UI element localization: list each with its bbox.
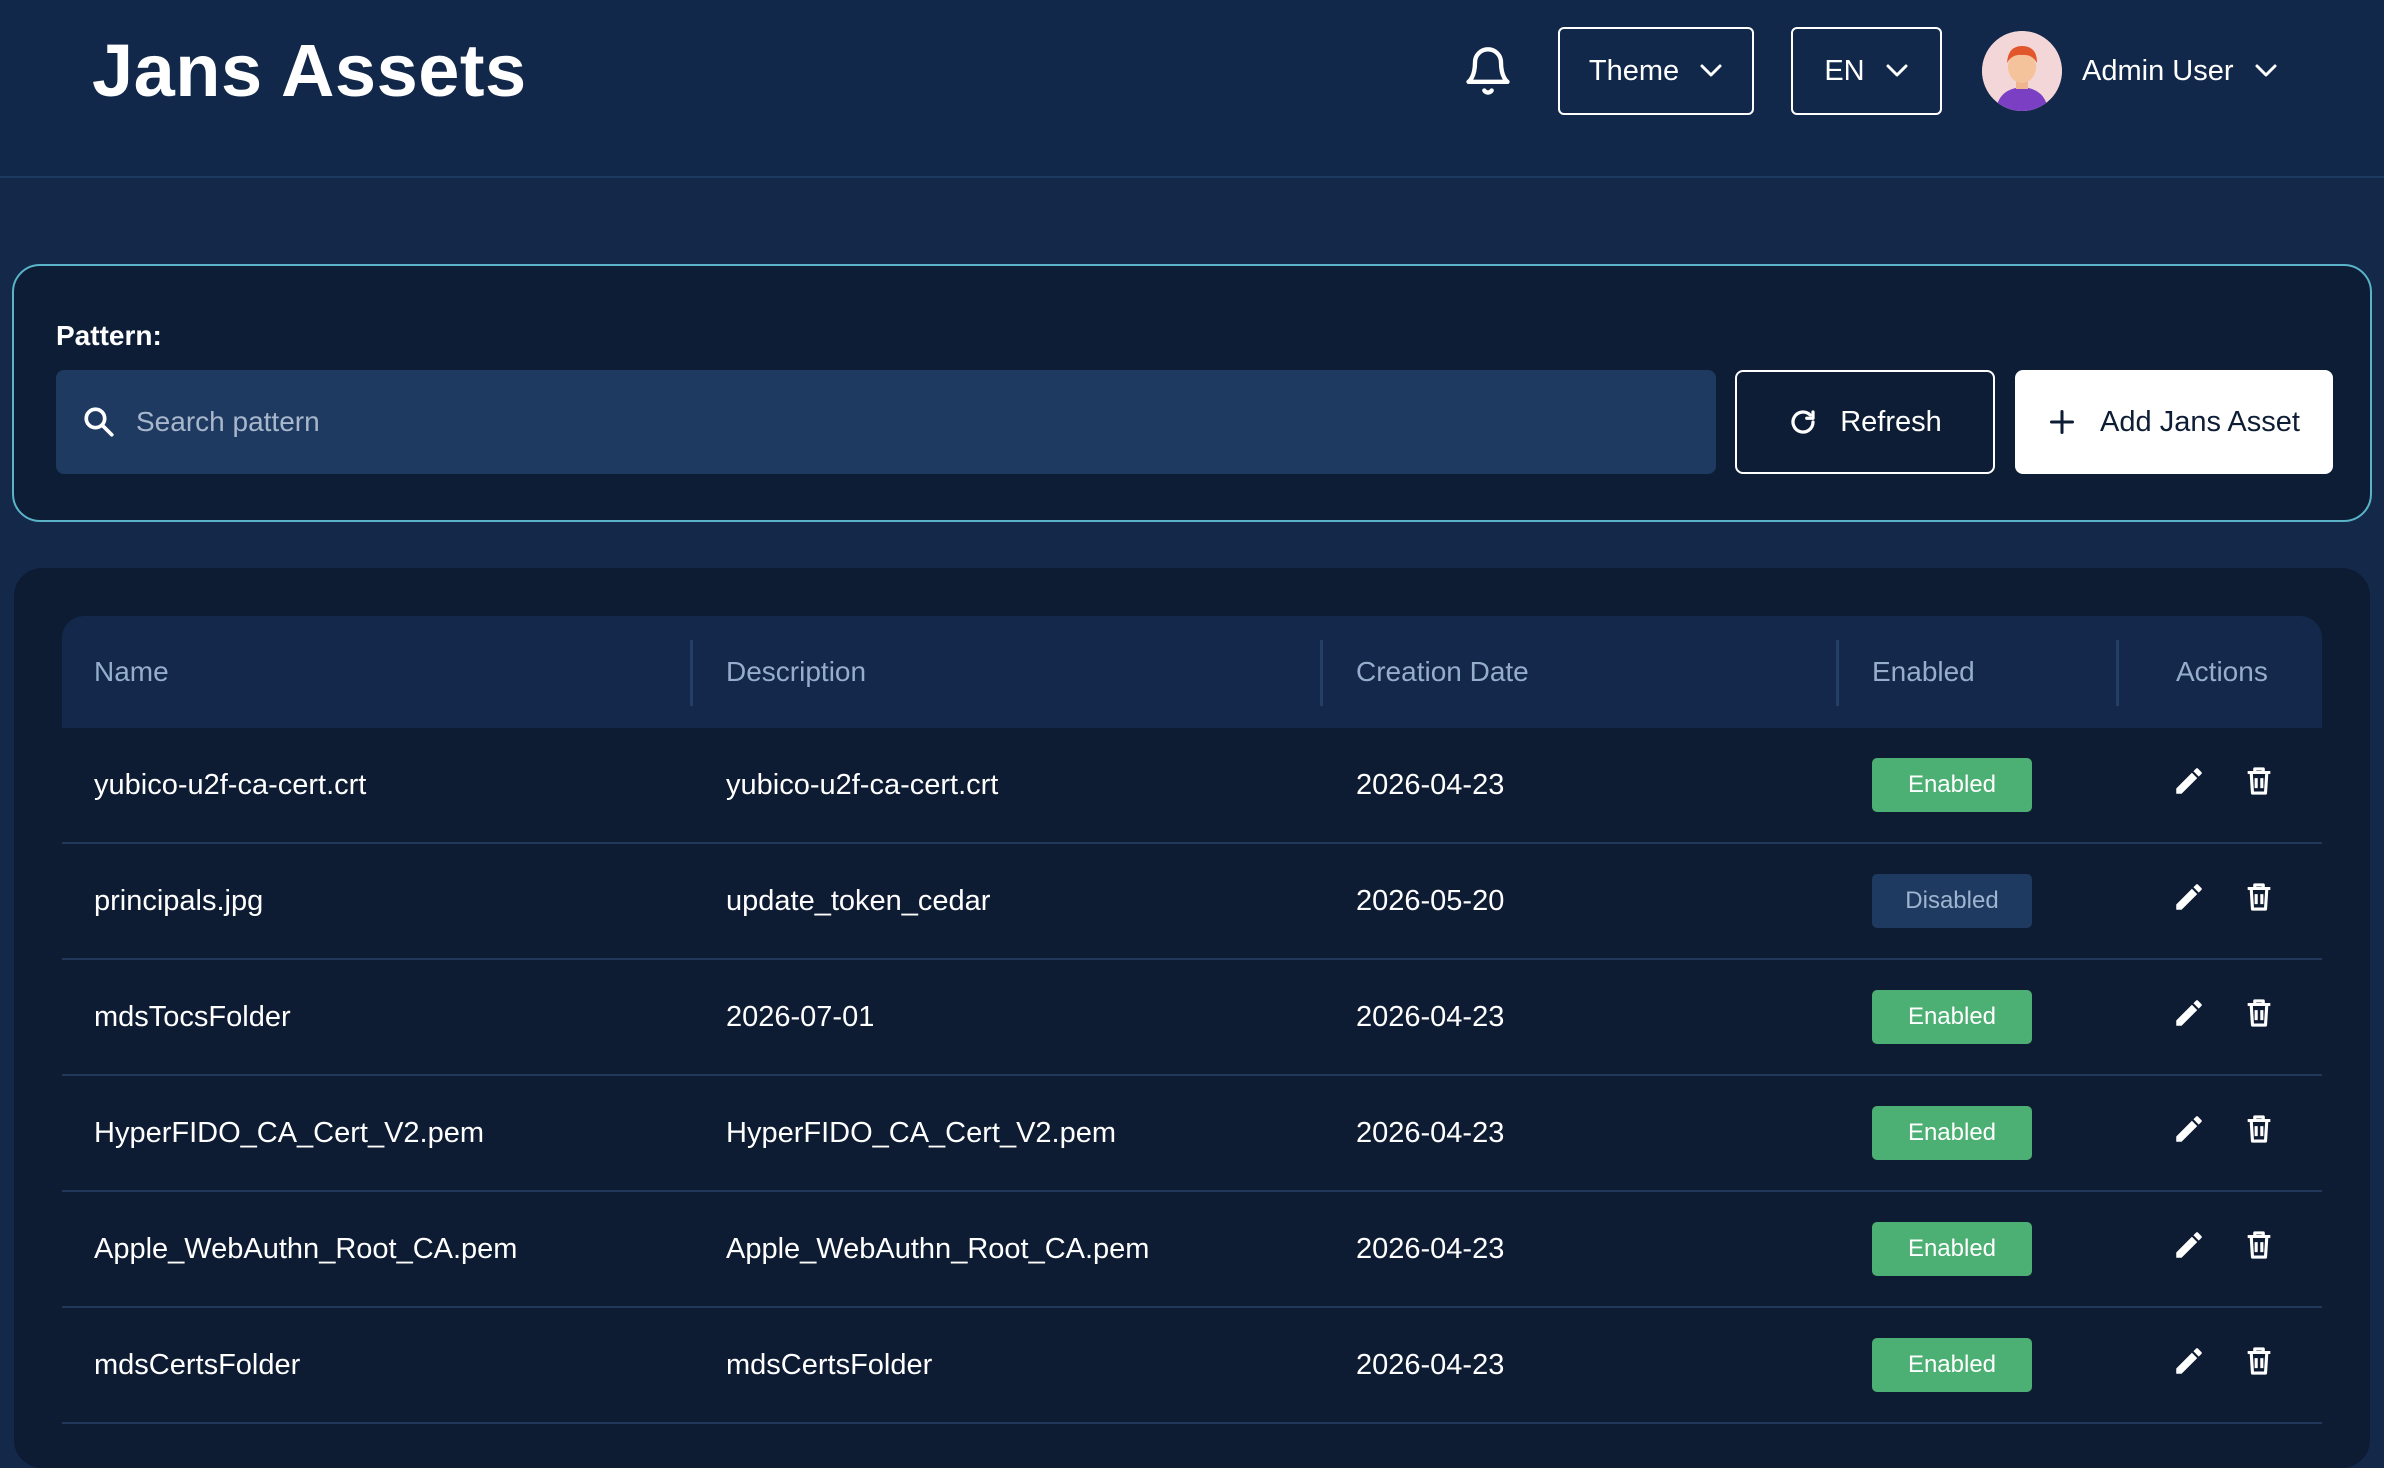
assets-table-panel: Name Description Creation Date Enabled A… xyxy=(14,568,2370,1468)
edit-icon[interactable] xyxy=(2172,764,2206,806)
row-actions xyxy=(2172,960,2276,1074)
delete-icon[interactable] xyxy=(2242,880,2276,922)
enabled-cell: Enabled xyxy=(1872,728,2032,842)
asset-description: 2026-07-01 xyxy=(726,1000,875,1033)
edit-icon[interactable] xyxy=(2172,880,2206,922)
column-divider xyxy=(690,640,693,706)
search-box[interactable] xyxy=(56,370,1716,474)
asset-description: yubico-u2f-ca-cert.crt xyxy=(726,768,999,801)
table-row[interactable]: Apple_WebAuthn_Root_CA.pem Apple_WebAuthn… xyxy=(62,1192,2322,1308)
asset-description: mdsCertsFolder xyxy=(726,1348,933,1381)
row-actions xyxy=(2172,1308,2276,1422)
bell-icon[interactable] xyxy=(1462,44,1514,98)
language-dropdown[interactable]: EN xyxy=(1791,27,1942,115)
chevron-down-icon xyxy=(2255,64,2276,77)
asset-creation-date: 2026-04-23 xyxy=(1356,768,1505,801)
asset-description: Apple_WebAuthn_Root_CA.pem xyxy=(726,1232,1150,1265)
chevron-down-icon xyxy=(1886,64,1908,77)
status-badge: Enabled xyxy=(1872,1106,2032,1160)
delete-icon[interactable] xyxy=(2242,1228,2276,1270)
column-header-description[interactable]: Description xyxy=(726,616,866,728)
edit-icon[interactable] xyxy=(2172,1344,2206,1386)
asset-creation-date: 2026-05-20 xyxy=(1356,884,1505,917)
search-panel: Pattern: Refresh Add Jans Asset xyxy=(12,264,2372,522)
delete-icon[interactable] xyxy=(2242,1344,2276,1386)
row-actions xyxy=(2172,1076,2276,1190)
asset-creation-date: 2026-04-23 xyxy=(1356,1000,1505,1033)
chevron-down-icon xyxy=(1700,64,1722,77)
asset-creation-date: 2026-04-23 xyxy=(1356,1232,1505,1265)
row-actions xyxy=(2172,1192,2276,1306)
enabled-cell: Enabled xyxy=(1872,1192,2032,1306)
table-header: Name Description Creation Date Enabled A… xyxy=(62,616,2322,728)
status-badge: Disabled xyxy=(1872,874,2032,928)
page-title: Jans Assets xyxy=(92,29,527,112)
asset-name: principals.jpg xyxy=(94,884,264,917)
add-jans-asset-label: Add Jans Asset xyxy=(2100,405,2300,438)
column-divider xyxy=(2116,640,2119,706)
table-row[interactable]: principals.jpg update_token_cedar 2026-05-… xyxy=(62,844,2322,960)
edit-icon[interactable] xyxy=(2172,996,2206,1038)
asset-name: yubico-u2f-ca-cert.crt xyxy=(94,768,367,801)
status-badge: Enabled xyxy=(1872,1338,2032,1392)
add-jans-asset-button[interactable]: Add Jans Asset xyxy=(2015,370,2333,474)
delete-icon[interactable] xyxy=(2242,1112,2276,1154)
asset-name: mdsCertsFolder xyxy=(94,1348,301,1381)
edit-icon[interactable] xyxy=(2172,1228,2206,1270)
asset-creation-date: 2026-04-23 xyxy=(1356,1348,1505,1381)
plus-icon xyxy=(2050,409,2075,435)
column-header-actions: Actions xyxy=(2176,656,2268,687)
enabled-cell: Disabled xyxy=(1872,844,2032,958)
enabled-cell: Enabled xyxy=(1872,960,2032,1074)
delete-icon[interactable] xyxy=(2242,996,2276,1038)
table-row[interactable]: yubico-u2f-ca-cert.crt yubico-u2f-ca-cert… xyxy=(62,728,2322,844)
pattern-label: Pattern: xyxy=(56,320,162,351)
asset-name: Apple_WebAuthn_Root_CA.pem xyxy=(94,1232,518,1265)
theme-dropdown-label: Theme xyxy=(1588,54,1680,87)
status-badge: Enabled xyxy=(1872,1222,2032,1276)
row-actions xyxy=(2172,844,2276,958)
search-icon xyxy=(84,407,114,437)
status-badge: Enabled xyxy=(1872,990,2032,1044)
delete-icon[interactable] xyxy=(2242,764,2276,806)
app-header: Jans Assets Theme EN Admin User xyxy=(0,0,2384,178)
table-row[interactable]: mdsCertsFolder mdsCertsFolder 2026-04-23 En… xyxy=(62,1308,2322,1424)
status-badge: Enabled xyxy=(1872,758,2032,812)
row-actions xyxy=(2172,728,2276,842)
theme-dropdown[interactable]: Theme xyxy=(1558,27,1754,115)
asset-name: HyperFIDO_CA_Cert_V2.pem xyxy=(94,1116,485,1149)
column-header-creation-date[interactable]: Creation Date xyxy=(1356,616,1529,728)
user-name: Admin User xyxy=(2082,54,2234,87)
refresh-button[interactable]: Refresh xyxy=(1735,370,1995,474)
assets-table: Name Description Creation Date Enabled A… xyxy=(62,616,2322,1424)
asset-creation-date: 2026-04-23 xyxy=(1356,1116,1505,1149)
refresh-icon xyxy=(1791,410,1815,434)
table-row[interactable]: mdsTocsFolder 2026-07-01 2026-04-23 Enabled xyxy=(62,960,2322,1076)
search-input[interactable] xyxy=(136,370,1696,474)
user-menu[interactable]: Admin User xyxy=(1982,30,2278,112)
refresh-button-label: Refresh xyxy=(1840,405,1942,438)
enabled-cell: Enabled xyxy=(1872,1308,2032,1422)
edit-icon[interactable] xyxy=(2172,1112,2206,1154)
table-row[interactable]: HyperFIDO_CA_Cert_V2.pem HyperFIDO_CA_Cer… xyxy=(62,1076,2322,1192)
language-dropdown-label: EN xyxy=(1824,54,1865,87)
avatar xyxy=(1982,31,2062,111)
table-body: yubico-u2f-ca-cert.crt yubico-u2f-ca-cert… xyxy=(62,728,2322,1424)
column-divider xyxy=(1320,640,1323,706)
asset-name: mdsTocsFolder xyxy=(94,1000,291,1033)
asset-description: HyperFIDO_CA_Cert_V2.pem xyxy=(726,1116,1117,1149)
column-divider xyxy=(1836,640,1839,706)
asset-description: update_token_cedar xyxy=(726,884,991,917)
column-header-name[interactable]: Name xyxy=(94,616,169,728)
enabled-cell: Enabled xyxy=(1872,1076,2032,1190)
column-header-enabled[interactable]: Enabled xyxy=(1872,616,1975,728)
